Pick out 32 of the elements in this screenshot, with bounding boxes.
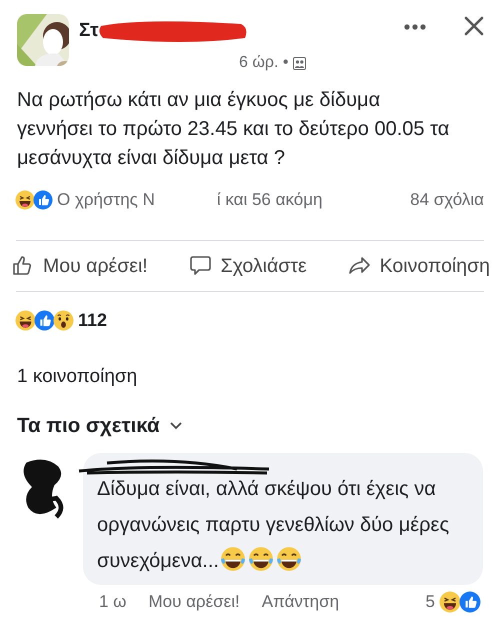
comment-text: Δίδυμα είναι, αλλά σκέψου ότι έχεις να οργανώνεις παρτυ γενεθλίων δύο μέρες συνεχόμενα... (97, 477, 450, 575)
chevron-down-icon (170, 422, 182, 430)
reply-link[interactable]: Απάντηση (262, 592, 340, 612)
tears-of-joy-icon (246, 545, 275, 573)
share-count[interactable]: 1 κοινοποίηση (0, 348, 500, 388)
people-icon (293, 56, 306, 70)
thumbs-up-icon (459, 591, 481, 613)
comment-button[interactable]: Σχολιάστε (188, 254, 307, 278)
comment-time: 1 ω (99, 592, 126, 612)
surprised-emoji-icon (53, 310, 74, 330)
like-link[interactable]: Μου αρέσει! (148, 592, 240, 612)
more-options-icon[interactable] (404, 24, 426, 30)
post-time: 6 ώρ. • (239, 54, 288, 72)
sort-dropdown[interactable]: Τα πιο σχετικά (0, 388, 199, 438)
thumbs-up-icon (34, 310, 55, 330)
close-icon[interactable] (462, 14, 486, 38)
laughing-emoji-icon (439, 591, 461, 613)
thumbs-up-icon (33, 190, 53, 210)
share-button[interactable]: Κοινοποίηση (348, 254, 490, 278)
comment-count[interactable]: 84 σχόλια (410, 190, 484, 210)
reaction-count[interactable]: 5 (426, 592, 435, 612)
reactors-text[interactable]: ί και 56 ακόμη (216, 190, 322, 210)
like-button[interactable]: Μου αρέσει! (11, 254, 148, 278)
laughing-emoji-icon (15, 190, 35, 210)
tears-of-joy-icon (274, 545, 303, 573)
author-name[interactable]: Στ (79, 20, 99, 42)
laughing-emoji-icon (15, 310, 36, 330)
comment-icon (188, 254, 213, 278)
post-text: Να ρωτήσω κάτι αν μια έγκυος με δίδυμα γεννήσει το πρώτο 23.45 και το δεύτερο 00.05 τα μεσάνυχτα είναι δίδυμα μετα ? (16, 88, 450, 171)
tears-of-joy-icon (218, 545, 247, 573)
reactors-text[interactable]: Ο χρήστης Ν (57, 190, 155, 210)
reaction-count[interactable]: 112 (78, 310, 108, 330)
